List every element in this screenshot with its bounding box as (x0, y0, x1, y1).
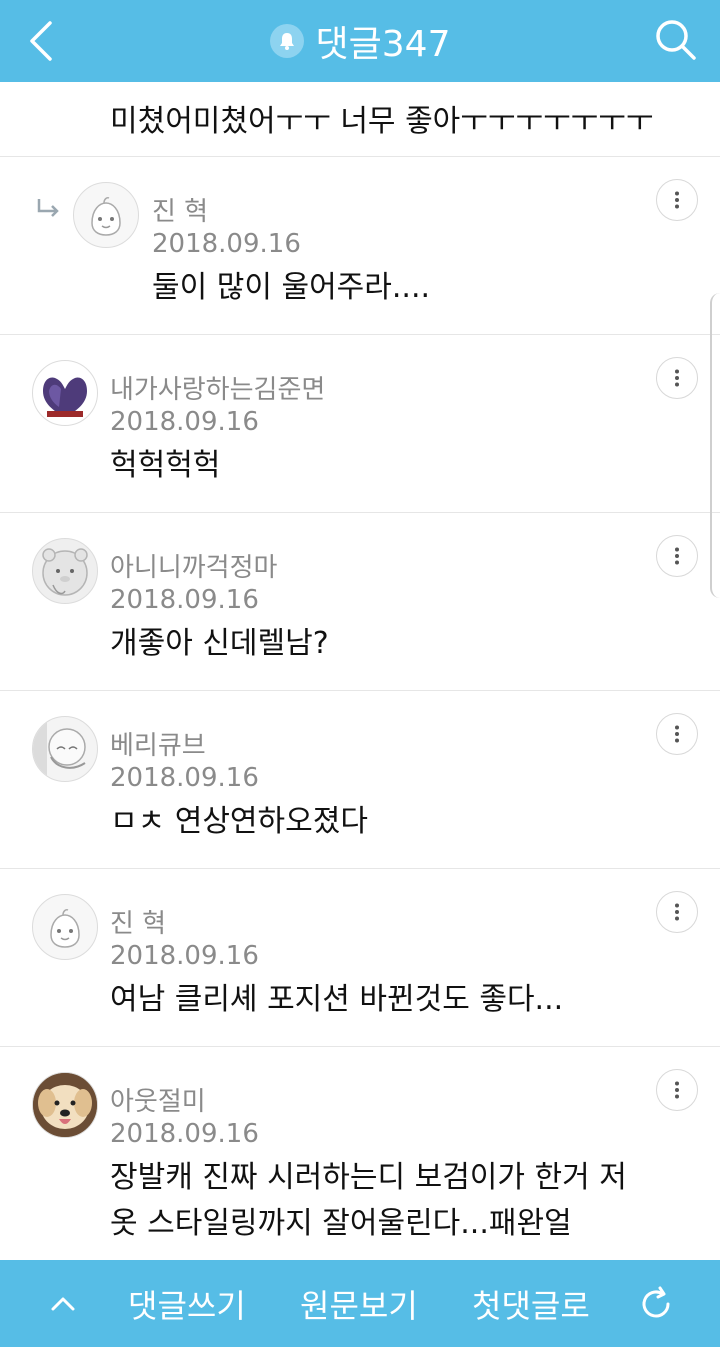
comment-date: 2018.09.16 (110, 763, 259, 793)
view-original-button[interactable]: 원문보기 (300, 1260, 418, 1347)
avatar[interactable] (32, 360, 98, 426)
more-options-button[interactable] (656, 535, 698, 577)
bottom-bar: 댓글쓰기 원문보기 첫댓글로 (0, 1260, 720, 1347)
comment-date: 2018.09.16 (152, 229, 301, 259)
more-options-button[interactable] (656, 713, 698, 755)
comment-author: 진 혁 (110, 909, 167, 939)
more-options-button[interactable] (656, 891, 698, 933)
list-item: 아니니까걱정마 2018.09.16 개좋아 신데렐남? (0, 513, 720, 691)
scrollbar[interactable] (710, 293, 720, 598)
list-item: 진 혁 2018.09.16 둘이 많이 울어주라.... (0, 157, 720, 335)
refresh-button[interactable] (638, 1260, 674, 1347)
comment-text: 미쳤어미쳤어ㅜㅜ 너무 좋아ㅜㅜㅜㅜㅜㅜㅜ (110, 104, 654, 139)
comment-text: 헉헉헉헉 (110, 448, 221, 483)
first-comment-button[interactable]: 첫댓글로 (472, 1260, 590, 1347)
page-title: 댓글347 (315, 24, 451, 65)
refresh-icon (642, 1286, 670, 1317)
more-vertical-icon (675, 547, 679, 565)
list-item: 아웃절미 2018.09.16 장발캐 진짜 시러하는디 보검이가 한거 저 옷… (0, 1047, 720, 1260)
more-vertical-icon (675, 725, 679, 743)
comment-text: ㅁㅊ 연상연하오졌다 (110, 804, 368, 839)
comment-text: 여남 클리셰 포지션 바뀐것도 좋다... (110, 982, 564, 1017)
comment-text: 개좋아 신데렐남? (110, 626, 329, 661)
comment-date: 2018.09.16 (110, 407, 259, 437)
list-item: 미쳤어미쳤어ㅜㅜ 너무 좋아ㅜㅜㅜㅜㅜㅜㅜ (0, 82, 720, 157)
comment-list[interactable]: 미쳤어미쳤어ㅜㅜ 너무 좋아ㅜㅜㅜㅜㅜㅜㅜ 진 혁 2018.09.16 둘이 … (0, 82, 720, 1260)
avatar[interactable] (32, 894, 98, 960)
comment-author: 아웃절미 (110, 1087, 206, 1117)
list-item: 진 혁 2018.09.16 여남 클리셰 포지션 바뀐것도 좋다... (0, 869, 720, 1047)
more-vertical-icon (675, 369, 679, 387)
more-options-button[interactable] (656, 179, 698, 221)
avatar[interactable] (32, 538, 98, 604)
list-item: 베리큐브 2018.09.16 ㅁㅊ 연상연하오졌다 (0, 691, 720, 869)
avatar[interactable] (32, 716, 98, 782)
list-item: 내가사랑하는김준면 2018.09.16 헉헉헉헉 (0, 335, 720, 513)
scroll-top-button[interactable] (48, 1260, 78, 1347)
avatar[interactable] (32, 1072, 98, 1138)
more-vertical-icon (675, 1081, 679, 1099)
more-vertical-icon (675, 191, 679, 209)
more-options-button[interactable] (656, 357, 698, 399)
comment-author: 내가사랑하는김준면 (110, 375, 326, 405)
write-comment-button[interactable]: 댓글쓰기 (128, 1260, 246, 1347)
comment-date: 2018.09.16 (110, 941, 259, 971)
search-button[interactable] (652, 16, 700, 64)
reply-arrow-icon (37, 199, 59, 217)
bell-icon[interactable] (269, 24, 304, 58)
comment-text: 둘이 많이 울어주라.... (152, 270, 431, 305)
top-bar: 댓글347 (0, 0, 720, 82)
avatar[interactable] (73, 182, 139, 248)
more-vertical-icon (675, 903, 679, 921)
comment-date: 2018.09.16 (110, 1119, 259, 1149)
title-group: 댓글347 (0, 0, 720, 82)
comment-text-line-2: 옷 스타일링까지 잘어울린다...패완얼 (110, 1206, 572, 1241)
comment-text-line-1: 장발캐 진짜 시러하는디 보검이가 한거 저 (110, 1160, 627, 1195)
comment-date: 2018.09.16 (110, 585, 259, 615)
comment-author: 아니니까걱정마 (110, 553, 278, 583)
comment-author: 진 혁 (152, 197, 209, 227)
comment-author: 베리큐브 (110, 731, 206, 761)
search-icon (656, 20, 696, 60)
more-options-button[interactable] (656, 1069, 698, 1111)
chevron-up-icon (51, 1297, 75, 1310)
